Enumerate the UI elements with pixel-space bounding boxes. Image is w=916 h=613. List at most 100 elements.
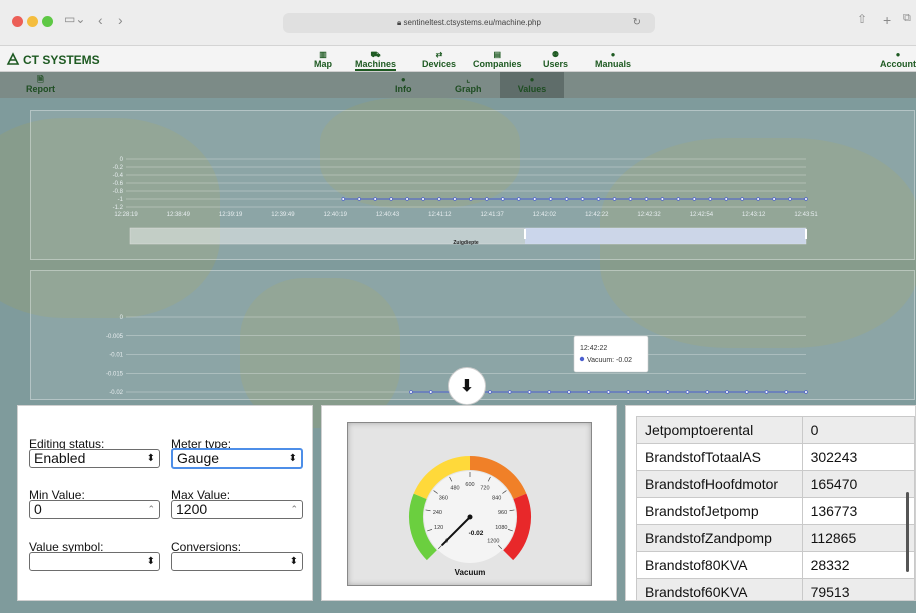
data-point[interactable] xyxy=(628,197,633,201)
line-chart-zuigdiepte[interactable]: 0 -0.2 -0.4 -0.6 -0.8 -1 -1.212:28:19 12:38:49 1… xyxy=(31,111,916,261)
data-point[interactable] xyxy=(804,197,808,201)
sidebar-toggle-icon[interactable]: ▭⌄ xyxy=(64,12,85,26)
zoom-window-button[interactable] xyxy=(42,16,53,27)
x-tick-label: 12:42:54 xyxy=(690,212,714,218)
tab-values[interactable]: ● Values xyxy=(500,72,564,98)
address-bar[interactable]: 🔒︎ sentineltest.ctsystems.eu/machine.php… xyxy=(283,13,655,33)
data-point[interactable] xyxy=(567,390,571,394)
data-point[interactable] xyxy=(660,197,665,201)
data-point[interactable] xyxy=(453,197,457,201)
navigator-handle-left[interactable] xyxy=(524,229,526,239)
stepper-icon[interactable]: ⌃ xyxy=(290,501,298,518)
data-point[interactable] xyxy=(409,390,413,394)
data-point[interactable] xyxy=(485,197,489,201)
data-point[interactable] xyxy=(357,197,361,201)
min-value-input[interactable]: 0 ⌃ xyxy=(29,500,160,519)
data-point[interactable] xyxy=(764,390,769,394)
data-point[interactable] xyxy=(740,197,744,201)
data-point[interactable] xyxy=(756,197,760,201)
data-point[interactable] xyxy=(508,390,512,394)
data-point[interactable] xyxy=(596,197,601,201)
nav-account[interactable]: ● Account xyxy=(880,50,916,69)
chart-tooltip: 12:42:22 Vacuum: -0.02 xyxy=(573,335,649,373)
stepper-icon[interactable]: ⌃ xyxy=(147,501,155,518)
data-point[interactable] xyxy=(772,197,776,201)
nav-devices[interactable]: ⇄ Devices xyxy=(422,50,456,69)
tabs-overview-icon[interactable]: ⧉ xyxy=(903,12,911,25)
data-point[interactable] xyxy=(580,197,585,201)
data-point[interactable] xyxy=(692,197,697,201)
tab-info[interactable]: ● Info xyxy=(395,75,412,94)
data-point[interactable] xyxy=(405,197,409,201)
navigator-handle-right[interactable] xyxy=(805,229,807,239)
nav-label: Devices xyxy=(422,59,457,69)
data-point[interactable] xyxy=(389,197,393,201)
data-point[interactable] xyxy=(469,197,473,201)
data-point[interactable] xyxy=(646,390,650,394)
data-point[interactable] xyxy=(606,390,611,394)
table-scrollbar[interactable] xyxy=(906,492,909,572)
nav-machines[interactable]: ⛟ Machines xyxy=(355,50,397,71)
tab-graph[interactable]: ⌞ Graph xyxy=(455,75,482,94)
data-point[interactable] xyxy=(501,197,505,201)
new-tab-icon[interactable]: + xyxy=(883,12,891,28)
data-point[interactable] xyxy=(517,197,521,201)
data-point[interactable] xyxy=(626,390,630,394)
value-cell: 112865 xyxy=(801,524,915,552)
data-point[interactable] xyxy=(437,197,441,201)
meter-settings-panel: Editing status: Enabled ⬍ Meter type: Gau… xyxy=(17,405,313,601)
table-row: BrandstofJetpomp 136773 xyxy=(636,497,915,525)
data-point[interactable] xyxy=(804,390,808,394)
max-value-input[interactable]: 1200 ⌃ xyxy=(171,500,303,519)
navigator-selection[interactable] xyxy=(525,228,806,244)
data-point[interactable] xyxy=(705,390,709,394)
x-tick-label: 12:43:51 xyxy=(794,212,818,218)
data-point[interactable] xyxy=(665,390,670,394)
nav-companies[interactable]: ▤ Companies xyxy=(473,50,522,69)
nav-manuals[interactable]: ● Manuals xyxy=(595,50,631,69)
data-point[interactable] xyxy=(744,390,749,394)
data-point[interactable] xyxy=(564,197,569,201)
data-point[interactable] xyxy=(341,197,345,201)
data-point[interactable] xyxy=(685,390,690,394)
data-point[interactable] xyxy=(788,197,792,201)
tooltip-series-marker xyxy=(579,356,585,362)
data-point[interactable] xyxy=(708,197,713,201)
data-point[interactable] xyxy=(784,390,788,394)
data-point[interactable] xyxy=(548,197,553,201)
editing-status-select[interactable]: Enabled ⬍ xyxy=(29,449,160,468)
report-button[interactable]: 🗎︎ Report xyxy=(26,75,55,94)
data-point[interactable] xyxy=(586,390,591,394)
data-point[interactable] xyxy=(644,197,649,201)
conversions-select[interactable]: ⬍ xyxy=(171,552,303,571)
data-point[interactable] xyxy=(676,197,681,201)
x-tick-label: 12:42:02 xyxy=(533,212,557,218)
scroll-down-button[interactable]: ⬇ xyxy=(448,367,486,405)
data-point[interactable] xyxy=(429,390,433,394)
data-point[interactable] xyxy=(725,390,729,394)
share-icon[interactable]: ⇧ xyxy=(857,12,867,26)
back-icon[interactable]: ‹ xyxy=(98,12,103,28)
meter-type-select[interactable]: Gauge ⬍ xyxy=(171,448,303,469)
data-point[interactable] xyxy=(532,197,537,201)
graph-icon: ⌞ xyxy=(466,75,471,84)
reload-icon[interactable]: ↻ xyxy=(633,13,641,33)
data-point[interactable] xyxy=(488,390,492,394)
forward-icon[interactable]: › xyxy=(118,12,123,28)
x-tick-label: 12:40:43 xyxy=(376,212,400,218)
data-point[interactable] xyxy=(612,197,617,201)
data-point[interactable] xyxy=(527,390,532,394)
nav-map[interactable]: ▥ Map xyxy=(314,50,332,69)
brand[interactable]: CT SYSTEMS xyxy=(6,52,100,67)
value-symbol-select[interactable]: ⬍ xyxy=(29,552,160,571)
minimize-window-button[interactable] xyxy=(27,16,38,27)
close-window-button[interactable] xyxy=(12,16,23,27)
data-point[interactable] xyxy=(547,390,551,394)
value-cell: 79513 xyxy=(801,578,915,600)
data-point[interactable] xyxy=(421,197,425,201)
value-cell: 302243 xyxy=(801,443,915,471)
nav-users[interactable]: ⚉ Users xyxy=(543,50,568,69)
data-point[interactable] xyxy=(724,197,728,201)
tooltip-time: 12:42:22 xyxy=(580,345,607,352)
data-point[interactable] xyxy=(373,197,377,201)
